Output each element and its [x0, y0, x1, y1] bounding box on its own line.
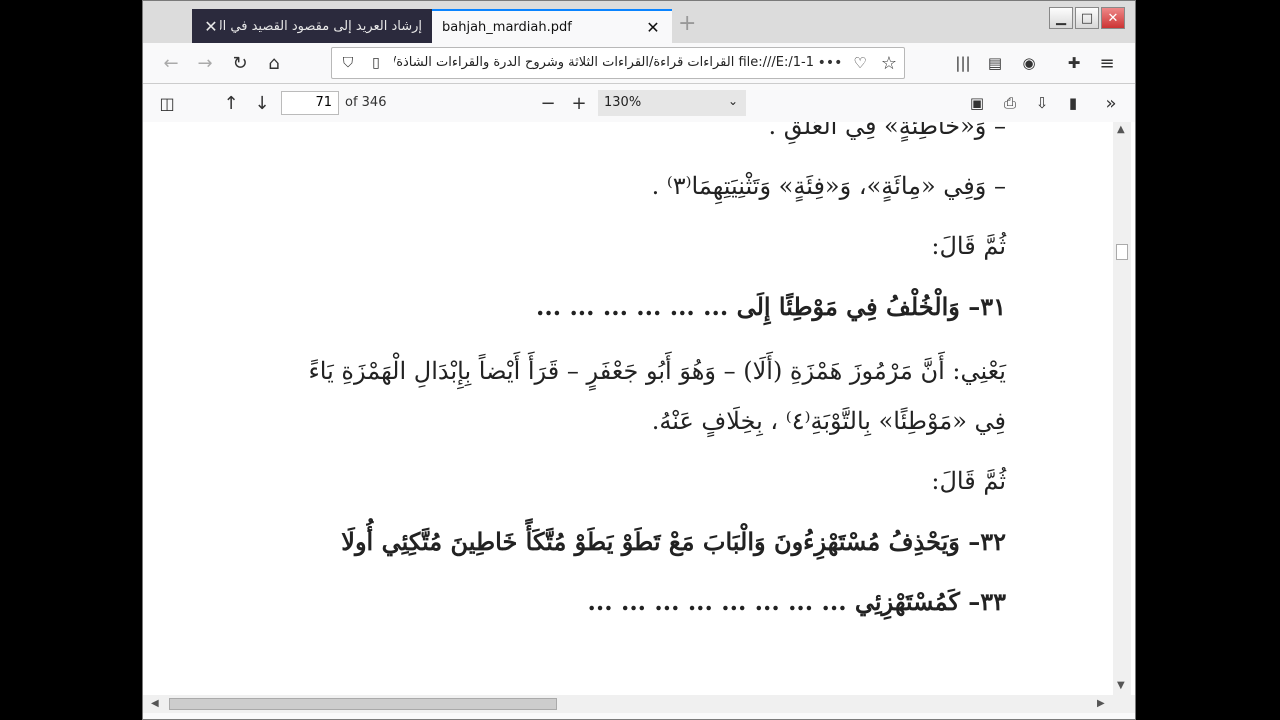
new-tab-icon[interactable]: + [678, 11, 696, 36]
maximize-button[interactable]: □ [1075, 7, 1099, 29]
vertical-scrollbar[interactable]: ▲ ▼ [1113, 122, 1131, 697]
scroll-up-icon[interactable]: ▲ [1117, 124, 1125, 135]
toggle-sidebar-icon[interactable]: ◫ [153, 89, 181, 117]
pdf-toolbar: ◫ ↑ ↓ 71 of 346 − + 130% ⌄ ▣ ⎙ ⇩ ▮ » [143, 84, 1135, 123]
page-icon: ▯ [372, 55, 380, 71]
navigation-bar: ← → ↻ ⌂ ⛉ ▯ file:///E:/1-1 القراءات قراء… [143, 43, 1135, 84]
text-line: – وَفِي «مِائَةٍ»، وَ«فِئَةٍ» وَتَثْنِيَ… [651, 172, 1006, 200]
print-icon[interactable]: ⎙ [996, 89, 1024, 117]
text-line: يَعْنِي: أَنَّ مَرْمُوزَ هَمْزَةِ (أَلَا… [308, 357, 1007, 385]
vertical-scroll-thumb[interactable] [1116, 244, 1128, 260]
tab-bahjah-pdf[interactable]: bahjah_mardiah.pdf ✕ [432, 9, 672, 43]
url-text[interactable]: file:///E:/1-1 القراءات قراءة/القراءات ا… [394, 55, 814, 70]
sidebar-icon[interactable]: ▤ [981, 49, 1009, 77]
pocket-icon[interactable]: ♡ [846, 49, 874, 77]
url-bar[interactable]: ⛉ ▯ file:///E:/1-1 القراءات قراءة/القراء… [331, 47, 905, 79]
close-tab-icon[interactable]: ✕ [202, 17, 220, 36]
zoom-in-icon[interactable]: + [565, 89, 593, 117]
close-tab-icon[interactable]: ✕ [644, 18, 662, 37]
scroll-right-icon[interactable]: ▶ [1097, 698, 1105, 709]
tab-title: إرشاد العريد إلى مقصود القصيد في القراء [220, 18, 422, 34]
next-page-icon[interactable]: ↓ [248, 89, 276, 117]
tab-irshad[interactable]: إرشاد العريد إلى مقصود القصيد في القراء … [192, 9, 432, 43]
text-line: ثُمَّ قَالَ: [931, 232, 1006, 260]
menu-icon[interactable]: ≡ [1093, 49, 1121, 77]
zoom-select[interactable]: 130% ⌄ [598, 90, 746, 116]
bookmark-star-icon[interactable]: ☆ [875, 49, 903, 77]
tab-bar: إرشاد العريد إلى مقصود القصيد في القراء … [143, 1, 1135, 43]
horizontal-scrollbar[interactable]: ◀ ▶ [143, 695, 1135, 713]
account-icon[interactable]: ◉ [1015, 49, 1043, 77]
scroll-down-icon[interactable]: ▼ [1117, 680, 1125, 691]
page-count: of 346 [345, 95, 387, 110]
text-line: ثُمَّ قَالَ: [931, 467, 1006, 495]
back-icon[interactable]: ← [157, 49, 185, 77]
verse-line: ٣٣– كَمُسْتَهْزِئِي ... ... ... ... ... … [587, 587, 1006, 616]
chevron-down-icon: ⌄ [727, 94, 738, 108]
bookmark-icon[interactable]: ▮ [1059, 89, 1087, 117]
pdf-page: – وَ«خَاطِئَةٍ» فِي العَلَقِ . – وَفِي «… [155, 122, 1111, 697]
minimize-button[interactable]: ▁ [1049, 7, 1073, 29]
pdf-viewer[interactable]: – وَ«خَاطِئَةٍ» فِي العَلَقِ . – وَفِي «… [143, 122, 1135, 697]
previous-page-icon[interactable]: ↑ [217, 89, 245, 117]
zoom-value: 130% [604, 95, 642, 110]
more-actions-icon[interactable]: ••• [816, 49, 844, 77]
forward-icon[interactable]: → [191, 49, 219, 77]
home-icon[interactable]: ⌂ [260, 49, 288, 77]
tab-title: bahjah_mardiah.pdf [442, 19, 572, 35]
save-icon[interactable]: ⇩ [1028, 89, 1056, 117]
browser-window: إرشاد العريد إلى مقصود القصيد في القراء … [142, 0, 1136, 720]
presentation-mode-icon[interactable]: ▣ [963, 89, 991, 117]
extensions-icon[interactable]: ✚ [1060, 49, 1088, 77]
scroll-left-icon[interactable]: ◀ [151, 698, 159, 709]
tools-icon[interactable]: » [1097, 89, 1125, 117]
text-line: فِي «مَوْطِئًا» بِالتَّوْبَةِ⁽٤⁾ ، بِخِل… [651, 407, 1006, 435]
shield-icon[interactable]: ⛉ [334, 49, 362, 77]
zoom-out-icon[interactable]: − [534, 89, 562, 117]
page-number-input[interactable]: 71 [281, 91, 339, 115]
verse-line: ٣٢– وَيَحْذِفُ مُسْتَهْزِءُونَ وَالْبَاب… [341, 527, 1006, 556]
library-icon[interactable]: ||| [949, 49, 977, 77]
close-window-button[interactable]: ✕ [1101, 7, 1125, 29]
text-line: – وَ«خَاطِئَةٍ» فِي العَلَقِ . [768, 122, 1006, 140]
horizontal-scroll-thumb[interactable] [169, 698, 557, 710]
reload-icon[interactable]: ↻ [226, 49, 254, 77]
verse-line: ٣١– وَالْخُلْفُ فِي مَوْطِئًا إِلَى ... … [536, 292, 1006, 321]
